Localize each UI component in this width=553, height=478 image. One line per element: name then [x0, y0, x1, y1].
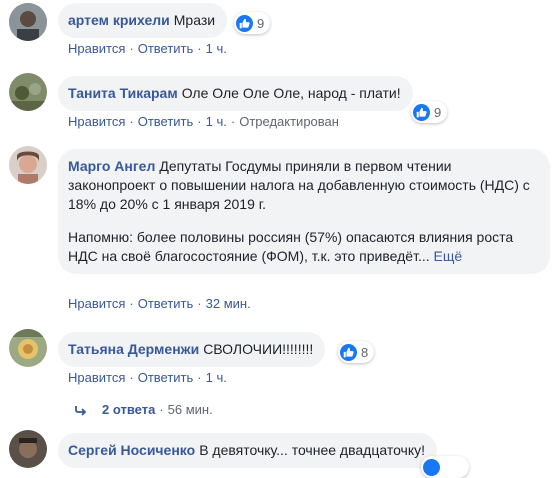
comment-timestamp[interactable]: 32 мин. — [206, 296, 251, 311]
comment-paragraph: Напомню: более половины россиян (57%) оп… — [68, 228, 538, 266]
comment-paragraph: Марго Ангел Депутаты Госдумы приняли в пе… — [68, 157, 538, 214]
avatar[interactable] — [9, 73, 47, 111]
reply-link[interactable]: Ответить — [138, 114, 194, 129]
avatar[interactable] — [9, 146, 47, 184]
like-link[interactable]: Нравится — [68, 114, 125, 129]
reaction-count-value: 9 — [434, 104, 442, 120]
comment-bubble: артем крихели Мрази — [58, 3, 228, 38]
edited-label[interactable]: Отредактирован — [239, 114, 339, 129]
comment-text: В девяточку... точнее двадцаточку! — [199, 442, 426, 458]
comment-author[interactable]: артем крихели — [68, 12, 170, 28]
comment-actions: Нравится · Ответить · 1 ч. — [68, 41, 227, 56]
comment-bubble: Марго Ангел Депутаты Госдумы приняли в пе… — [58, 149, 550, 274]
comment-actions: Нравится · Ответить · 32 мин. — [68, 296, 251, 311]
reply-link[interactable]: Ответить — [138, 370, 194, 385]
comment-timestamp[interactable]: 1 ч. — [206, 114, 227, 129]
reaction-count[interactable]: 8 — [338, 341, 375, 363]
reply-link[interactable]: Ответить — [138, 296, 194, 311]
comment-author[interactable]: Татьяна Дерменжи — [68, 341, 199, 357]
avatar[interactable] — [9, 430, 47, 468]
avatar-image — [9, 329, 47, 367]
separator: · — [129, 41, 134, 56]
comment-actions: Нравится · Ответить · 1 ч. · Отредактирован — [68, 114, 339, 129]
comment-timestamp[interactable]: 1 ч. — [206, 41, 227, 56]
like-reaction-icon — [423, 458, 440, 476]
avatar-image — [9, 430, 47, 468]
reply-arrow-icon — [75, 405, 87, 416]
comment-bubble: Танита Тикарам Оле Оле Оле Оле, народ - п… — [58, 76, 413, 111]
like-link[interactable]: Нравится — [68, 41, 125, 56]
separator: · — [197, 114, 202, 129]
comment-text: СВОЛОЧИИ!!!!!!!! — [203, 341, 314, 357]
avatar[interactable] — [9, 329, 47, 367]
like-link[interactable]: Нравится — [68, 370, 125, 385]
comment-author[interactable]: Танита Тикарам — [68, 85, 178, 101]
like-reaction-icon — [236, 14, 253, 32]
like-reaction-icon — [413, 103, 430, 121]
comment-bubble: Татьяна Дерменжи СВОЛОЧИИ!!!!!!!! — [58, 332, 326, 367]
reaction-count[interactable]: 9 — [234, 12, 271, 34]
comment-timestamp[interactable]: 1 ч. — [206, 370, 227, 385]
reply-link[interactable]: Ответить — [138, 41, 194, 56]
view-replies[interactable]: 2 ответа · 56 мин. — [74, 402, 213, 417]
avatar-image — [9, 146, 47, 184]
separator: · — [129, 296, 134, 311]
comment-author[interactable]: Сергей Носиченко — [68, 442, 195, 458]
separator: · — [197, 296, 202, 311]
replies-time: 56 мин. — [167, 402, 213, 417]
avatar-image — [9, 73, 47, 111]
avatar[interactable] — [9, 3, 47, 41]
separator: · — [197, 370, 202, 385]
see-more-link[interactable]: Ещё — [434, 248, 463, 264]
separator: · — [230, 114, 236, 129]
reaction-count-value: 9 — [257, 15, 265, 31]
reaction-count-value: 8 — [361, 344, 369, 360]
reaction-count[interactable]: 9 — [411, 101, 448, 123]
separator: · — [197, 41, 202, 56]
separator: · — [129, 114, 134, 129]
reaction-indicator[interactable] — [421, 456, 469, 478]
comment-text: Оле Оле Оле Оле, народ - плати! — [181, 85, 401, 101]
separator: · — [159, 402, 164, 417]
replies-count-link[interactable]: 2 ответа — [102, 402, 155, 417]
comment-actions: Нравится · Ответить · 1 ч. — [68, 370, 227, 385]
like-reaction-icon — [340, 343, 357, 361]
comment-author[interactable]: Марго Ангел — [68, 158, 155, 174]
separator: · — [129, 370, 134, 385]
comment-text: Мрази — [173, 12, 216, 28]
comment-bubble: Сергей Носиченко В девяточку... точнее дв… — [58, 433, 438, 468]
like-link[interactable]: Нравится — [68, 296, 125, 311]
avatar-image — [9, 3, 47, 41]
